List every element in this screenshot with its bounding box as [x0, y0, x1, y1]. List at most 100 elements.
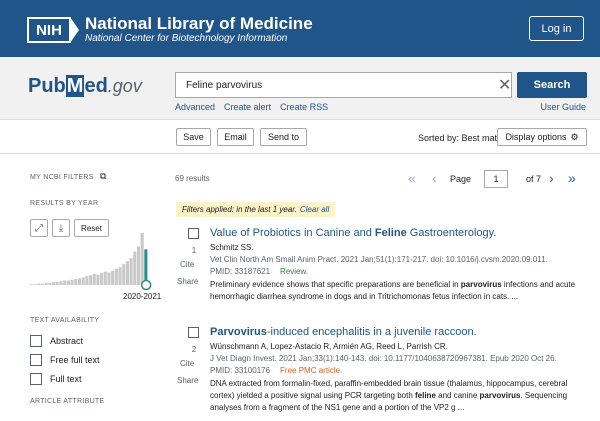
action-row: Save Email Send to Sorted by: Best match…	[0, 121, 600, 154]
page-label: Page	[450, 174, 472, 184]
page-total: of 7	[526, 174, 542, 184]
pubmed-logo-pub: Pub	[28, 75, 66, 97]
histogram-bar	[125, 261, 129, 285]
snippet-part: Preliminary evidence shows that specific…	[210, 280, 461, 289]
full-text-label: Full text	[50, 374, 82, 384]
histogram-bar	[118, 267, 122, 285]
first-page-icon[interactable]: «	[408, 170, 416, 186]
year-range-handle[interactable]	[140, 279, 152, 291]
result-snippet: Preliminary evidence shows that specific…	[210, 279, 590, 303]
histogram-bar	[144, 249, 148, 285]
result-checkbox[interactable]	[188, 327, 199, 338]
free-full-text-filter[interactable]: Free full text	[30, 354, 100, 366]
user-guide-link[interactable]: User Guide	[540, 102, 586, 112]
histogram-bar	[140, 233, 144, 285]
result-snippet: DNA extracted from formalin-fixed, paraf…	[210, 378, 590, 414]
histogram-bar	[66, 280, 70, 285]
send-to-button[interactable]: Send to	[260, 128, 307, 146]
snippet-highlight: feline	[415, 391, 436, 400]
abstract-filter[interactable]: Abstract	[30, 335, 83, 347]
result-item: 2 Cite Share Parvovirus-induced encephal…	[176, 325, 590, 421]
histogram-bar	[70, 279, 74, 285]
histogram-bar	[85, 276, 89, 285]
title-highlight: Feline	[374, 227, 407, 239]
nih-header: NIH National Library of Medicine Nationa…	[0, 0, 600, 57]
close-icon[interactable]: ✕	[498, 75, 511, 95]
result-title-link[interactable]: Parvovirus-induced encephalitis in a juv…	[210, 325, 590, 339]
nih-subtitle: National Center for Biotechnology Inform…	[85, 33, 288, 44]
result-authors: Wünschmann A, Lopez-Astacio R, Armién AG…	[210, 342, 448, 351]
pubmed-logo[interactable]: PubMed.gov	[28, 75, 142, 98]
title-highlight: Parvovirus	[210, 326, 267, 338]
pubmed-logo-gov: .gov	[107, 76, 142, 96]
histogram-bar	[92, 273, 96, 285]
histogram-bar	[111, 270, 115, 285]
histogram-bar	[63, 280, 67, 285]
email-button[interactable]: Email	[217, 128, 254, 146]
result-pmid: PMID: 33100176	[210, 366, 271, 375]
result-body: Parvovirus-induced encephalitis in a juv…	[210, 325, 590, 414]
sort-selector[interactable]: Sorted by: Best match	[418, 133, 507, 143]
histogram-bar	[136, 246, 141, 285]
text-availability-heading: TEXT AVAILABILITY	[30, 317, 100, 324]
review-badge: Review.	[280, 267, 309, 276]
external-link-icon: ⧉	[100, 171, 107, 181]
snippet-part: and canine	[435, 391, 480, 400]
filters-applied-text: Filters applied: in the last 1 year.	[182, 205, 297, 214]
free-full-text-label: Free full text	[50, 355, 100, 365]
histogram-bar	[114, 268, 118, 285]
article-attribute-heading: ARTICLE ATTRIBUTE	[30, 398, 105, 405]
my-ncbi-filters-heading[interactable]: MY NCBI FILTERS ⧉	[30, 171, 107, 182]
share-button[interactable]: Share	[177, 277, 198, 286]
title-part: Value of Probiotics in Canine and	[210, 227, 375, 239]
login-button[interactable]: Log in	[529, 16, 584, 41]
next-page-icon[interactable]: ›	[549, 170, 554, 186]
free-full-text-checkbox[interactable]	[30, 354, 42, 366]
prev-page-icon[interactable]: ‹	[432, 170, 437, 186]
display-options-label: Display options	[505, 132, 567, 142]
histogram-bar	[133, 251, 137, 285]
search-input[interactable]	[175, 72, 512, 98]
gear-icon: ⚙	[570, 131, 579, 142]
result-journal: J Vet Diagn Invest. 2021 Jan;33(1):140-1…	[210, 354, 557, 363]
advanced-link[interactable]: Advanced	[175, 102, 215, 112]
histogram-bar	[103, 271, 107, 285]
histogram-bar	[107, 272, 111, 285]
histogram-bar	[129, 258, 133, 285]
clear-all-link[interactable]: Clear all	[300, 205, 329, 214]
result-checkbox[interactable]	[188, 228, 199, 239]
result-pmid-row: PMID: 33187621 Review.	[210, 267, 590, 276]
search-band: PubMed.gov ✕ Search Advanced Create aler…	[0, 57, 600, 120]
full-text-checkbox[interactable]	[30, 373, 42, 385]
histogram-bar	[33, 284, 37, 285]
year-histogram[interactable]	[30, 225, 160, 291]
results-by-year-heading: RESULTS BY YEAR	[30, 200, 99, 207]
page-number-input[interactable]: 1	[484, 170, 508, 188]
nih-logo[interactable]: NIH National Library of Medicine Nationa…	[27, 15, 313, 45]
last-page-icon[interactable]: »	[568, 170, 576, 186]
histogram-bar	[81, 277, 85, 285]
pubmed-logo-m: M	[65, 75, 85, 97]
share-button[interactable]: Share	[177, 376, 198, 385]
histogram-bar	[122, 264, 126, 285]
result-number: 2	[191, 345, 197, 354]
title-part: -induced encephalitis in a juvenile racc…	[266, 326, 477, 338]
histogram-bar	[41, 283, 45, 285]
search-button[interactable]: Search	[517, 72, 587, 98]
save-button[interactable]: Save	[176, 128, 211, 146]
abstract-label: Abstract	[50, 336, 84, 346]
result-pmid: PMID: 33187621	[210, 267, 271, 276]
histogram-bar	[89, 275, 93, 285]
full-text-filter[interactable]: Full text	[30, 373, 82, 385]
create-alert-link[interactable]: Create alert	[224, 102, 271, 112]
histogram-bar	[55, 282, 59, 285]
histogram-bar	[96, 274, 100, 285]
cite-button[interactable]: Cite	[180, 359, 194, 368]
result-title-link[interactable]: Value of Probiotics in Canine and Feline…	[210, 226, 590, 240]
histogram-bar	[77, 278, 82, 285]
display-options-button[interactable]: Display options ⚙	[497, 128, 587, 146]
cite-button[interactable]: Cite	[180, 260, 194, 269]
create-rss-link[interactable]: Create RSS	[280, 102, 328, 112]
abstract-checkbox[interactable]	[30, 335, 42, 347]
histogram-bar	[37, 283, 41, 285]
